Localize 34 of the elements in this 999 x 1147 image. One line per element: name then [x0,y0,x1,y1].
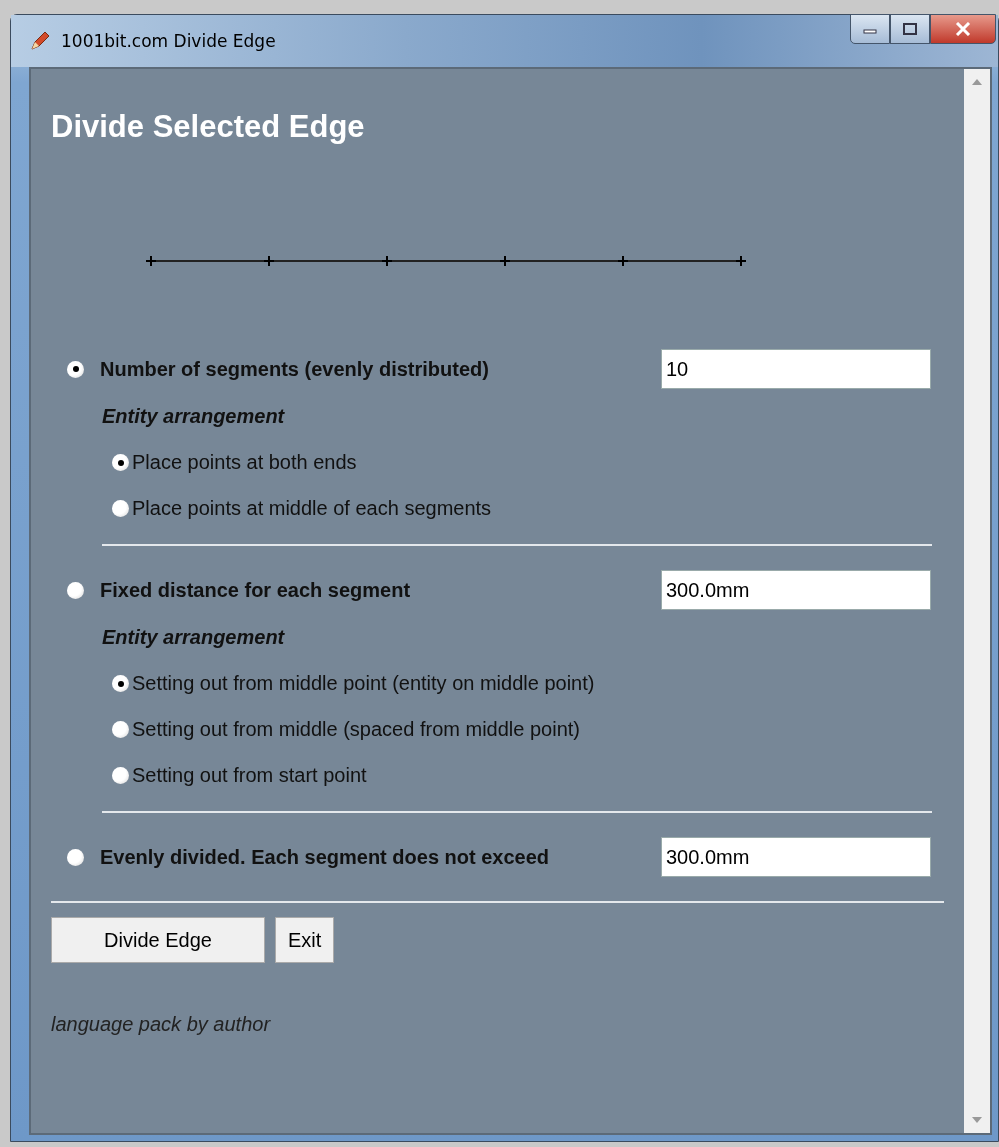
option-label: Evenly divided. Each segment does not exceed [100,845,551,869]
radio-button[interactable] [112,454,129,471]
close-button[interactable] [930,14,996,44]
radio-button[interactable] [112,675,129,692]
radio-button[interactable] [67,360,84,378]
pencil-icon [29,30,51,52]
minimize-button[interactable] [850,14,890,44]
radio-label: Place points at middle of each segments [132,497,492,520]
radio-button[interactable] [112,721,129,738]
input-field[interactable]: 10 [661,349,931,389]
scroll-down-icon[interactable] [972,1117,982,1123]
dialog-heading: Divide Selected Edge [51,109,366,145]
radio-label: Setting out from start point [132,764,367,787]
input-field[interactable]: 300.0mm [661,570,931,610]
exit-button[interactable]: Exit [275,917,335,963]
maximize-icon [902,22,918,36]
section-label: Entity arrangement [102,626,286,649]
window-title: 1001bit.com Divide Edge [61,31,276,51]
divide-edge-button[interactable]: Divide Edge [51,917,265,963]
section-label: Entity arrangement [102,405,286,428]
radio-button[interactable] [67,581,84,599]
maximize-button[interactable] [890,14,930,44]
radio-button[interactable] [67,848,84,866]
close-icon [955,22,971,36]
radio-button[interactable] [112,767,129,784]
radio-button[interactable] [112,500,129,517]
option-label: Fixed distance for each segment [100,578,412,602]
option-label: Number of segments (evenly distributed) [100,357,490,381]
input-field[interactable]: 300.0mm [661,837,931,877]
radio-label: Place points at both ends [132,451,357,474]
footer-note: language pack by author [51,1013,272,1036]
radio-label: Setting out from middle point (entity on middle point) [132,672,595,695]
radio-label: Setting out from middle (spaced from middle point) [132,718,580,741]
scroll-up-icon[interactable] [972,79,982,85]
